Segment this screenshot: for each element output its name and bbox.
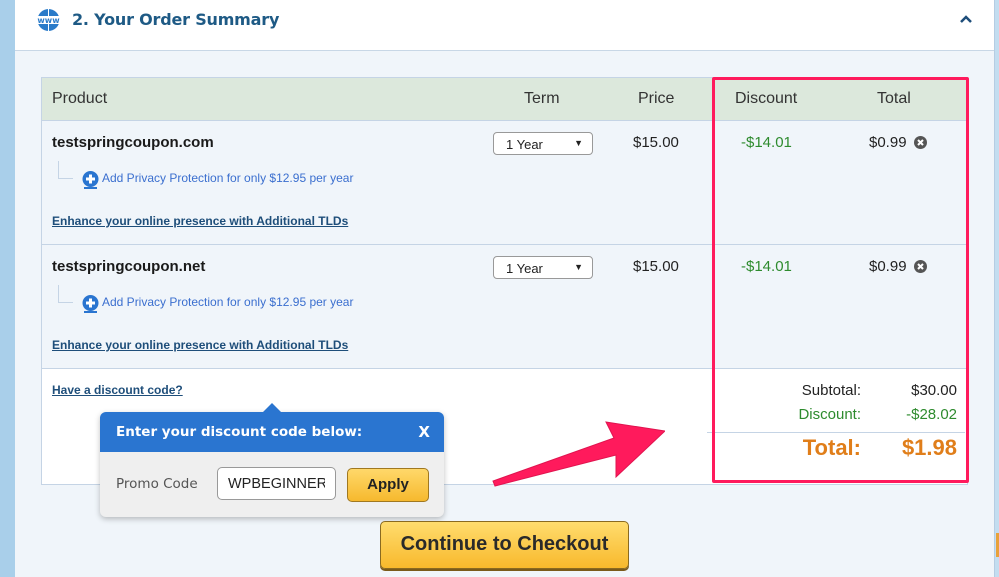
domain-name: testspringcoupon.net xyxy=(52,258,206,275)
table-header: Product Term Price Discount Total xyxy=(42,78,967,121)
table-row: testspringcoupon.com Add Privacy Protect… xyxy=(42,121,967,245)
total-value: $0.99 xyxy=(869,134,907,151)
chevron-up-icon[interactable] xyxy=(958,11,974,27)
term-select[interactable]: 1 Year ▼ xyxy=(493,132,593,155)
discount-total-value: -$28.02 xyxy=(906,406,957,423)
table-row: testspringcoupon.net Add Privacy Protect… xyxy=(42,245,967,369)
tree-connector xyxy=(58,285,73,303)
domain-name: testspringcoupon.com xyxy=(52,134,214,151)
discount-value: -$14.01 xyxy=(741,258,792,275)
add-privacy-link[interactable]: Add Privacy Protection for only $12.95 p… xyxy=(102,171,353,185)
subtotal-label: Subtotal: xyxy=(801,382,861,399)
section-title: 2. Your Order Summary xyxy=(72,10,280,29)
term-select[interactable]: 1 Year ▼ xyxy=(493,256,593,279)
dropdown-arrow-icon: ▼ xyxy=(574,138,583,148)
promo-code-input[interactable] xyxy=(217,467,336,500)
continue-to-checkout-button[interactable]: Continue to Checkout xyxy=(380,521,629,569)
popup-title: Enter your discount code below: xyxy=(116,424,363,440)
column-price: Price xyxy=(638,90,675,107)
price-value: $15.00 xyxy=(633,134,679,151)
remove-item-icon[interactable] xyxy=(914,136,927,149)
dropdown-arrow-icon: ▼ xyxy=(574,262,583,272)
term-value: 1 Year xyxy=(506,137,543,152)
column-discount: Discount xyxy=(735,90,798,107)
www-globe-icon: www xyxy=(35,9,62,31)
discount-value: -$14.01 xyxy=(741,134,792,151)
additional-tlds-link[interactable]: Enhance your online presence with Additi… xyxy=(52,338,348,352)
promo-code-popup: Enter your discount code below: X Promo … xyxy=(100,403,444,517)
grand-total-value: $1.98 xyxy=(901,435,957,460)
tree-connector xyxy=(58,161,73,179)
order-summary-header[interactable]: www 2. Your Order Summary xyxy=(15,0,994,51)
popup-close-button[interactable]: X xyxy=(418,423,430,441)
plus-circle-icon[interactable] xyxy=(82,295,99,313)
popup-caret xyxy=(263,403,281,412)
popup-header: Enter your discount code below: X xyxy=(100,412,444,452)
discount-label: Discount: xyxy=(798,406,861,423)
discount-code-link[interactable]: Have a discount code? xyxy=(52,383,183,397)
promo-code-label: Promo Code xyxy=(116,476,198,492)
left-sidebar-strip xyxy=(0,0,15,577)
subtotal-value: $30.00 xyxy=(911,382,957,399)
column-product: Product xyxy=(52,90,108,107)
total-value: $0.99 xyxy=(869,258,907,275)
term-value: 1 Year xyxy=(506,261,543,276)
svg-text:www: www xyxy=(37,16,60,25)
additional-tlds-link[interactable]: Enhance your online presence with Additi… xyxy=(52,214,348,228)
column-term: Term xyxy=(524,90,560,107)
summary-divider xyxy=(707,432,965,433)
plus-circle-icon[interactable] xyxy=(82,171,99,189)
grand-total-label: Total: xyxy=(802,435,861,460)
price-value: $15.00 xyxy=(633,258,679,275)
apply-button[interactable]: Apply xyxy=(347,468,429,502)
right-scroll-strip xyxy=(994,0,999,577)
column-total: Total xyxy=(877,90,911,107)
add-privacy-link[interactable]: Add Privacy Protection for only $12.95 p… xyxy=(102,295,353,309)
remove-item-icon[interactable] xyxy=(914,260,927,273)
